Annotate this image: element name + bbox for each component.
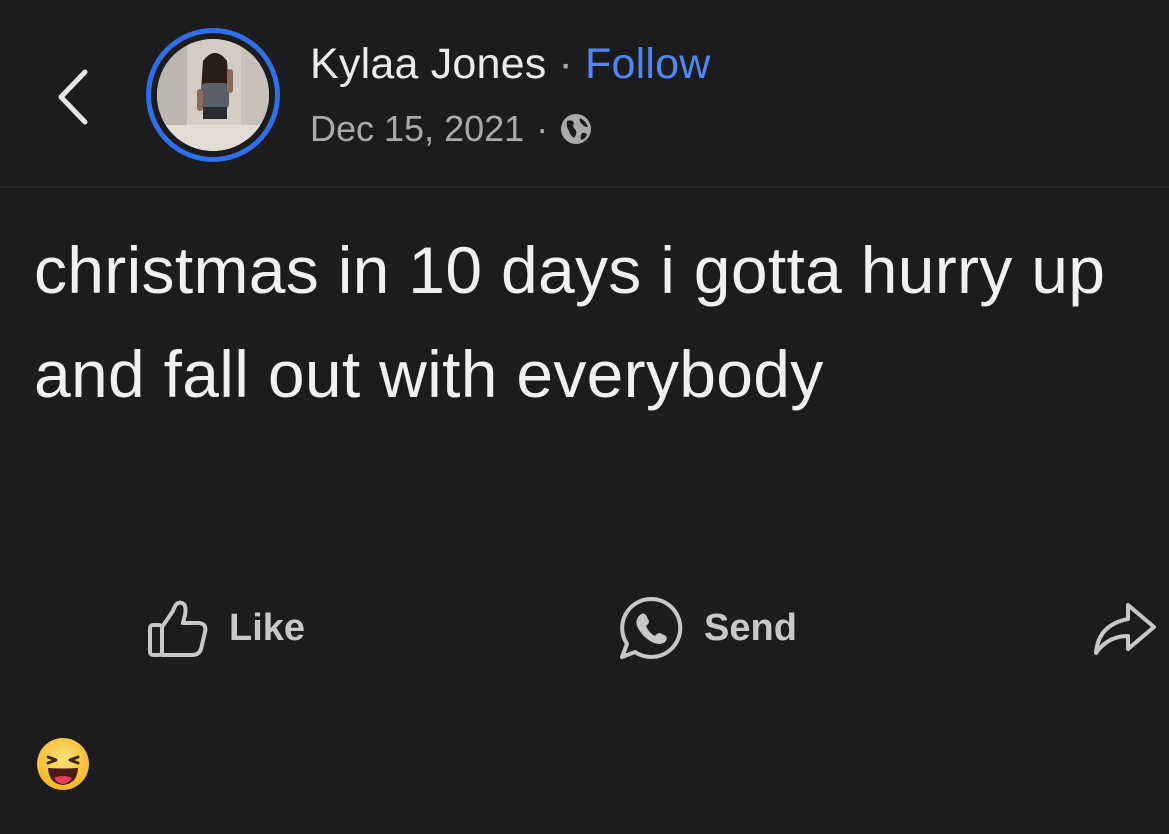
post-body-text: christmas in 10 days i gotta hurry up an… <box>34 233 1106 411</box>
post-actions: Like Send <box>0 588 1169 668</box>
author-avatar[interactable] <box>146 28 280 162</box>
post-header: Kylaa Jones · Follow Dec 15, 2021 · <box>0 0 1169 186</box>
send-label: Send <box>704 606 797 649</box>
avatar-photo <box>157 39 269 151</box>
author-name[interactable]: Kylaa Jones <box>310 40 546 88</box>
follow-button[interactable]: Follow <box>585 40 710 88</box>
post-meta: Dec 15, 2021 · <box>310 108 594 150</box>
meta-separator: · <box>536 108 549 149</box>
post-date[interactable]: Dec 15, 2021 <box>310 108 524 150</box>
send-button[interactable]: Send <box>616 588 797 668</box>
globe-icon <box>561 114 592 144</box>
whatsapp-icon <box>620 596 683 659</box>
like-label: Like <box>229 606 306 649</box>
share-button[interactable] <box>1088 588 1158 668</box>
thumbs-up-icon <box>148 600 208 657</box>
haha-emoji-icon <box>37 738 89 790</box>
chevron-left-icon <box>58 69 88 125</box>
header-divider <box>0 186 1169 188</box>
reaction-summary[interactable] <box>35 736 91 792</box>
author-line: Kylaa Jones · Follow <box>310 40 710 89</box>
like-button[interactable]: Like <box>145 588 305 668</box>
back-button[interactable] <box>48 62 98 132</box>
name-separator: · <box>558 40 573 88</box>
share-arrow-icon <box>1094 603 1156 655</box>
